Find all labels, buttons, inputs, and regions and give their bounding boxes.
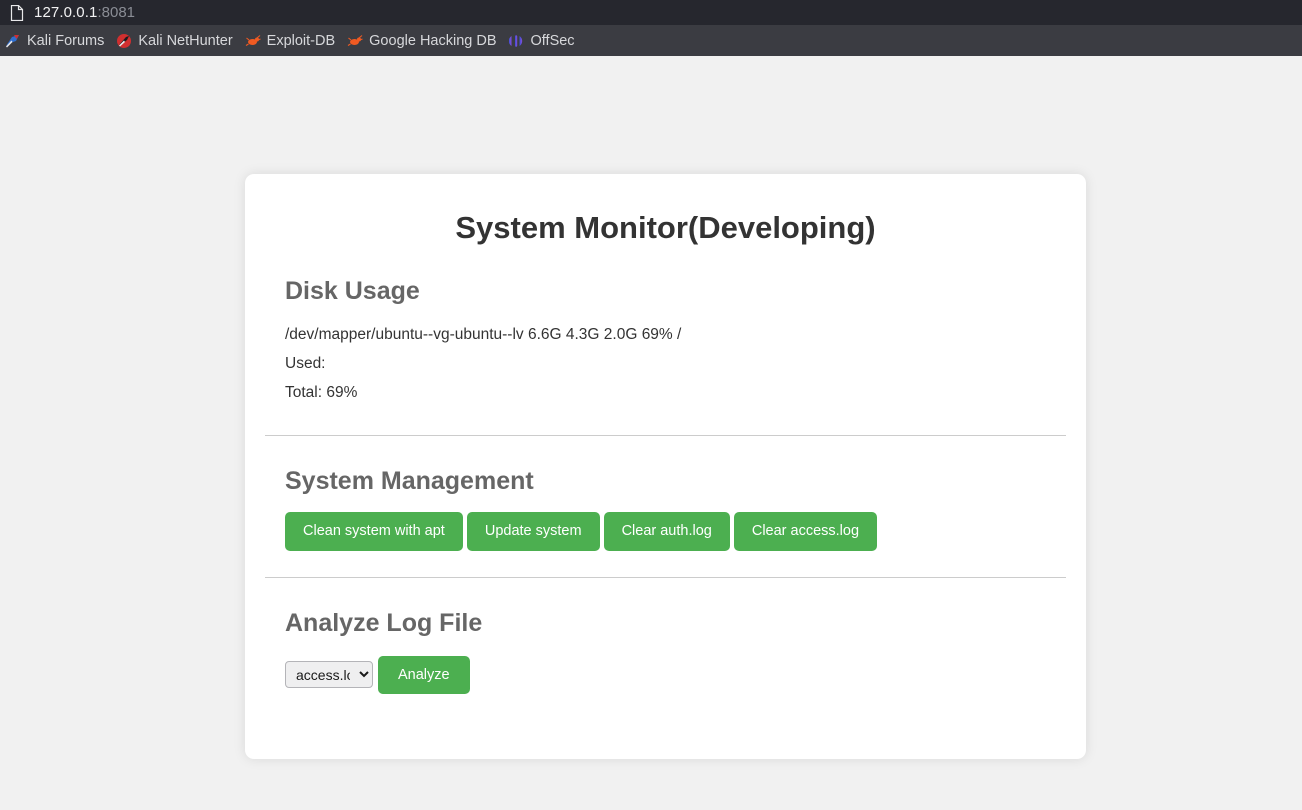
clear-auth-log-button[interactable]: Clear auth.log bbox=[603, 512, 730, 551]
disk-usage-heading: Disk Usage bbox=[285, 277, 420, 306]
exploit-db-icon bbox=[245, 34, 261, 46]
disk-usage-details: /dev/mapper/ubuntu--vg-ubuntu--lv 6.6G 4… bbox=[285, 320, 1046, 407]
analyze-button[interactable]: Analyze bbox=[378, 655, 470, 695]
offsec-icon bbox=[508, 34, 522, 47]
url-port: :8081 bbox=[97, 4, 136, 21]
analyze-controls: access.log Analyze bbox=[285, 655, 1046, 695]
bookmark-google-hacking-db[interactable]: Google Hacking DB bbox=[343, 29, 503, 52]
bookmark-kali-nethunter[interactable]: Kali NetHunter bbox=[112, 29, 239, 52]
analyze-log-section: Analyze Log File access.log Analyze bbox=[265, 608, 1066, 695]
google-hacking-db-icon bbox=[347, 34, 363, 46]
disk-usage-section: Disk Usage /dev/mapper/ubuntu--vg-ubuntu… bbox=[265, 276, 1066, 407]
bookmark-exploit-db[interactable]: Exploit-DB bbox=[241, 29, 343, 52]
system-management-section: System Management Clean system with apt … bbox=[265, 466, 1066, 551]
bookmark-label: Google Hacking DB bbox=[369, 32, 497, 49]
page-body: System Monitor(Developing) Disk Usage /d… bbox=[0, 56, 1302, 810]
disk-used-line: Used: bbox=[285, 355, 326, 373]
bookmark-offsec[interactable]: OffSec bbox=[505, 29, 582, 52]
url-bar[interactable]: 127.0.0.1:8081 bbox=[0, 0, 1302, 25]
page-title: System Monitor(Developing) bbox=[455, 210, 876, 245]
bookmark-label: OffSec bbox=[530, 32, 575, 49]
bookmark-label: Kali Forums bbox=[27, 32, 105, 49]
disk-total-line: Total: 69% bbox=[285, 384, 358, 402]
page-icon bbox=[10, 4, 24, 21]
bookmark-label: Exploit-DB bbox=[266, 32, 336, 49]
clear-access-log-button[interactable]: Clear access.log bbox=[733, 512, 878, 551]
update-system-button[interactable]: Update system bbox=[466, 512, 600, 551]
clean-system-button[interactable]: Clean system with apt bbox=[285, 512, 463, 551]
bookmark-label: Kali NetHunter bbox=[138, 32, 233, 49]
disk-device-line: /dev/mapper/ubuntu--vg-ubuntu--lv 6.6G 4… bbox=[285, 326, 682, 344]
url-host: 127.0.0.1 bbox=[34, 4, 98, 21]
analyze-log-heading: Analyze Log File bbox=[285, 608, 483, 637]
browser-chrome: 127.0.0.1:8081 Kali Forums Kali NetHunte… bbox=[0, 0, 1302, 56]
kali-nethunter-icon bbox=[117, 33, 132, 48]
system-management-buttons: Clean system with apt Update system Clea… bbox=[285, 512, 1046, 551]
system-management-heading: System Management bbox=[285, 467, 534, 496]
bookmarks-bar: Kali Forums Kali NetHunter Exploit-DB Go… bbox=[0, 25, 1302, 56]
bookmark-kali-forums[interactable]: Kali Forums bbox=[1, 29, 111, 52]
system-monitor-card: System Monitor(Developing) Disk Usage /d… bbox=[245, 174, 1086, 759]
kali-forums-icon bbox=[6, 34, 19, 47]
log-file-select[interactable]: access.log bbox=[285, 661, 373, 689]
